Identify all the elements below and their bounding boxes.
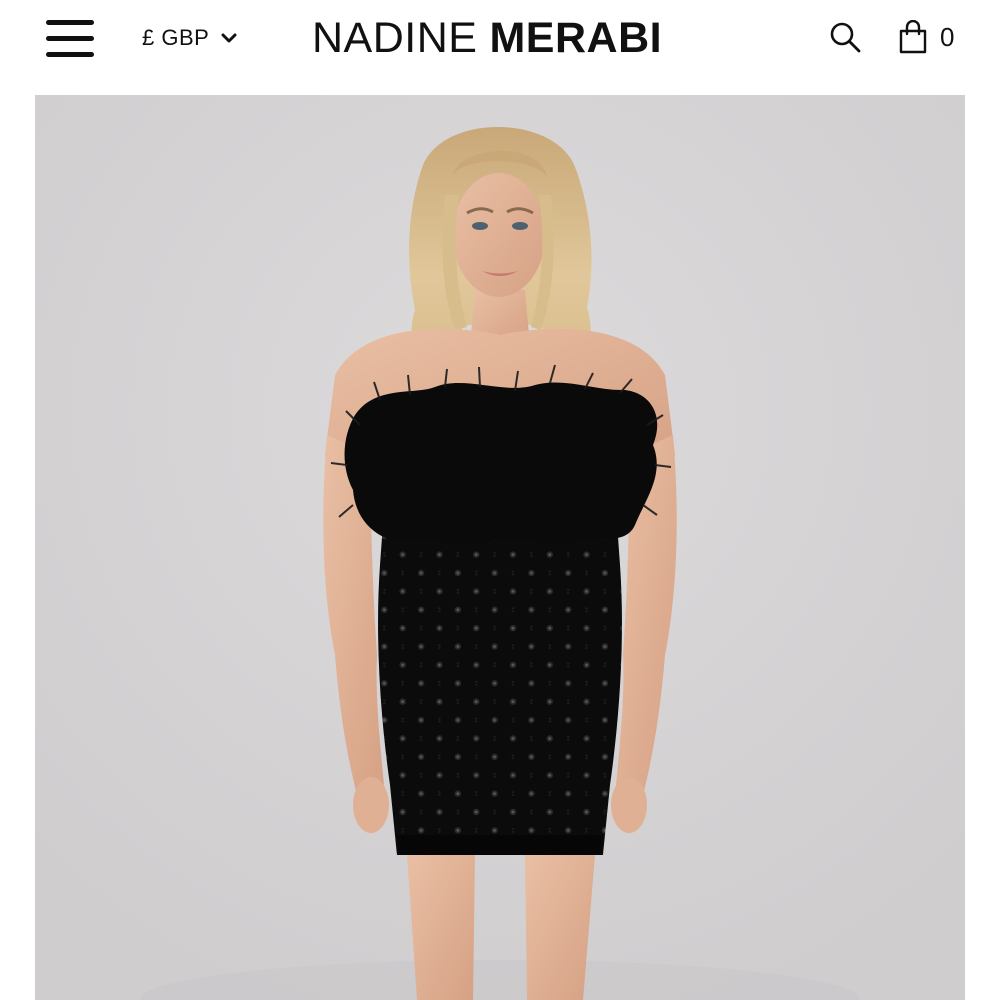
brand-logo-first: NADINE (312, 13, 478, 62)
menu-line (46, 20, 94, 25)
menu-line (46, 36, 94, 41)
shopping-bag-icon[interactable] (898, 20, 928, 54)
product-photo (35, 95, 965, 1000)
currency-selector[interactable]: £ GBP (142, 22, 237, 54)
menu-line (46, 52, 94, 57)
product-image[interactable] (35, 95, 965, 1000)
brand-logo[interactable]: NADINE MERABI (312, 10, 662, 66)
currency-label: £ GBP (142, 25, 210, 50)
search-icon[interactable] (828, 20, 862, 54)
chevron-down-icon (221, 33, 237, 43)
hamburger-menu-icon[interactable] (44, 18, 96, 62)
brand-logo-second: MERABI (489, 13, 663, 62)
site-header: £ GBP NADINE MERABI 0 (0, 0, 1000, 80)
cart-count[interactable]: 0 (940, 22, 954, 52)
